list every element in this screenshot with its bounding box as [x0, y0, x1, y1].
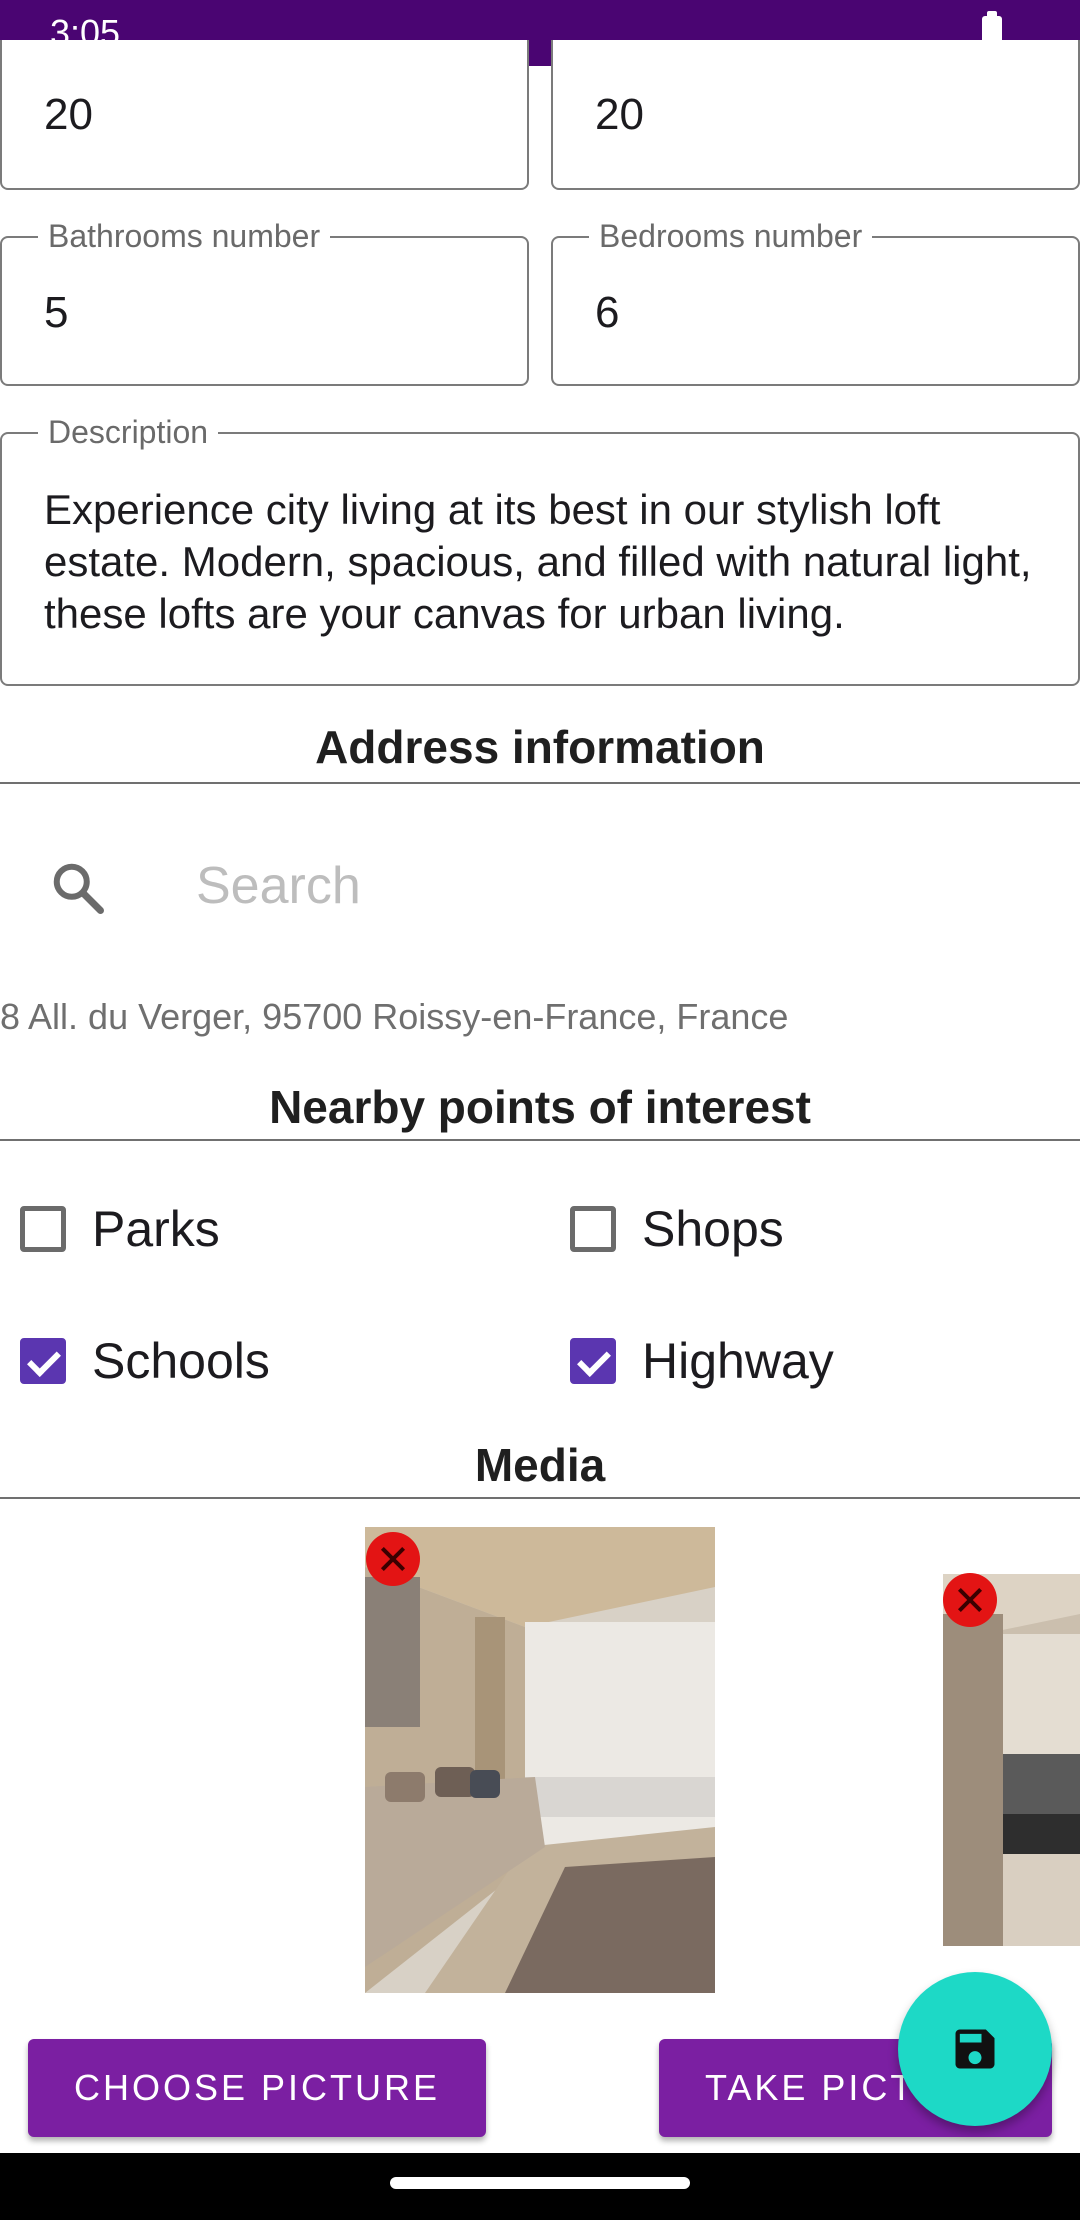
media-section-title: Media — [474, 1439, 606, 1491]
choose-picture-button[interactable]: CHOOSE PICTURE — [28, 2039, 486, 2137]
home-gesture-handle[interactable] — [390, 2177, 690, 2189]
checkbox-parks[interactable]: Parks — [20, 1200, 220, 1258]
search-input[interactable]: Search — [196, 856, 361, 916]
description-value: Experience city living at its best in ou… — [44, 486, 1032, 637]
checkbox-shops[interactable]: Shops — [570, 1200, 784, 1258]
media-photo-living-room — [365, 1527, 715, 1993]
top-right-field[interactable]: 20 — [551, 40, 1080, 190]
address-divider — [0, 782, 1080, 784]
poi-divider — [0, 1139, 1080, 1141]
bedrooms-field[interactable]: Bedrooms number 6 — [551, 218, 1080, 386]
bedrooms-label: Bedrooms number — [589, 218, 873, 255]
top-right-value: 20 — [595, 90, 644, 139]
bathrooms-label: Bathrooms number — [38, 218, 331, 255]
bedrooms-value: 6 — [595, 288, 620, 337]
top-left-field[interactable]: 20 — [0, 40, 529, 190]
navigation-bar — [0, 2153, 1080, 2220]
search-icon[interactable] — [48, 858, 108, 918]
bathrooms-value: 5 — [44, 288, 69, 337]
delete-photo-1-close-icon[interactable] — [366, 1532, 420, 1586]
checkbox-shops-box[interactable] — [570, 1206, 616, 1252]
delete-photo-2-close-icon[interactable] — [943, 1573, 997, 1627]
media-divider — [0, 1497, 1080, 1499]
checkbox-shops-label: Shops — [642, 1201, 784, 1257]
save-fab-button[interactable] — [898, 1972, 1052, 2126]
checkbox-schools[interactable]: Schools — [20, 1332, 270, 1390]
checkbox-schools-label: Schools — [92, 1333, 270, 1389]
checkbox-schools-box[interactable] — [20, 1338, 66, 1384]
top-left-value: 20 — [44, 90, 93, 139]
address-section-title: Address information — [315, 721, 765, 773]
checkbox-highway[interactable]: Highway — [570, 1332, 834, 1390]
description-field[interactable]: Description Experience city living at it… — [0, 414, 1080, 686]
checkbox-highway-box[interactable] — [570, 1338, 616, 1384]
checkbox-parks-label: Parks — [92, 1201, 220, 1257]
media-photo-kitchen — [943, 1574, 1080, 1946]
address-text: 8 All. du Verger, 95700 Roissy-en-France… — [0, 996, 789, 1037]
checkbox-parks-box[interactable] — [20, 1206, 66, 1252]
poi-section-title: Nearby points of interest — [269, 1081, 811, 1133]
save-icon — [955, 2029, 995, 2069]
description-label: Description — [38, 414, 219, 451]
checkbox-highway-label: Highway — [642, 1333, 834, 1389]
bathrooms-field[interactable]: Bathrooms number 5 — [0, 218, 529, 386]
